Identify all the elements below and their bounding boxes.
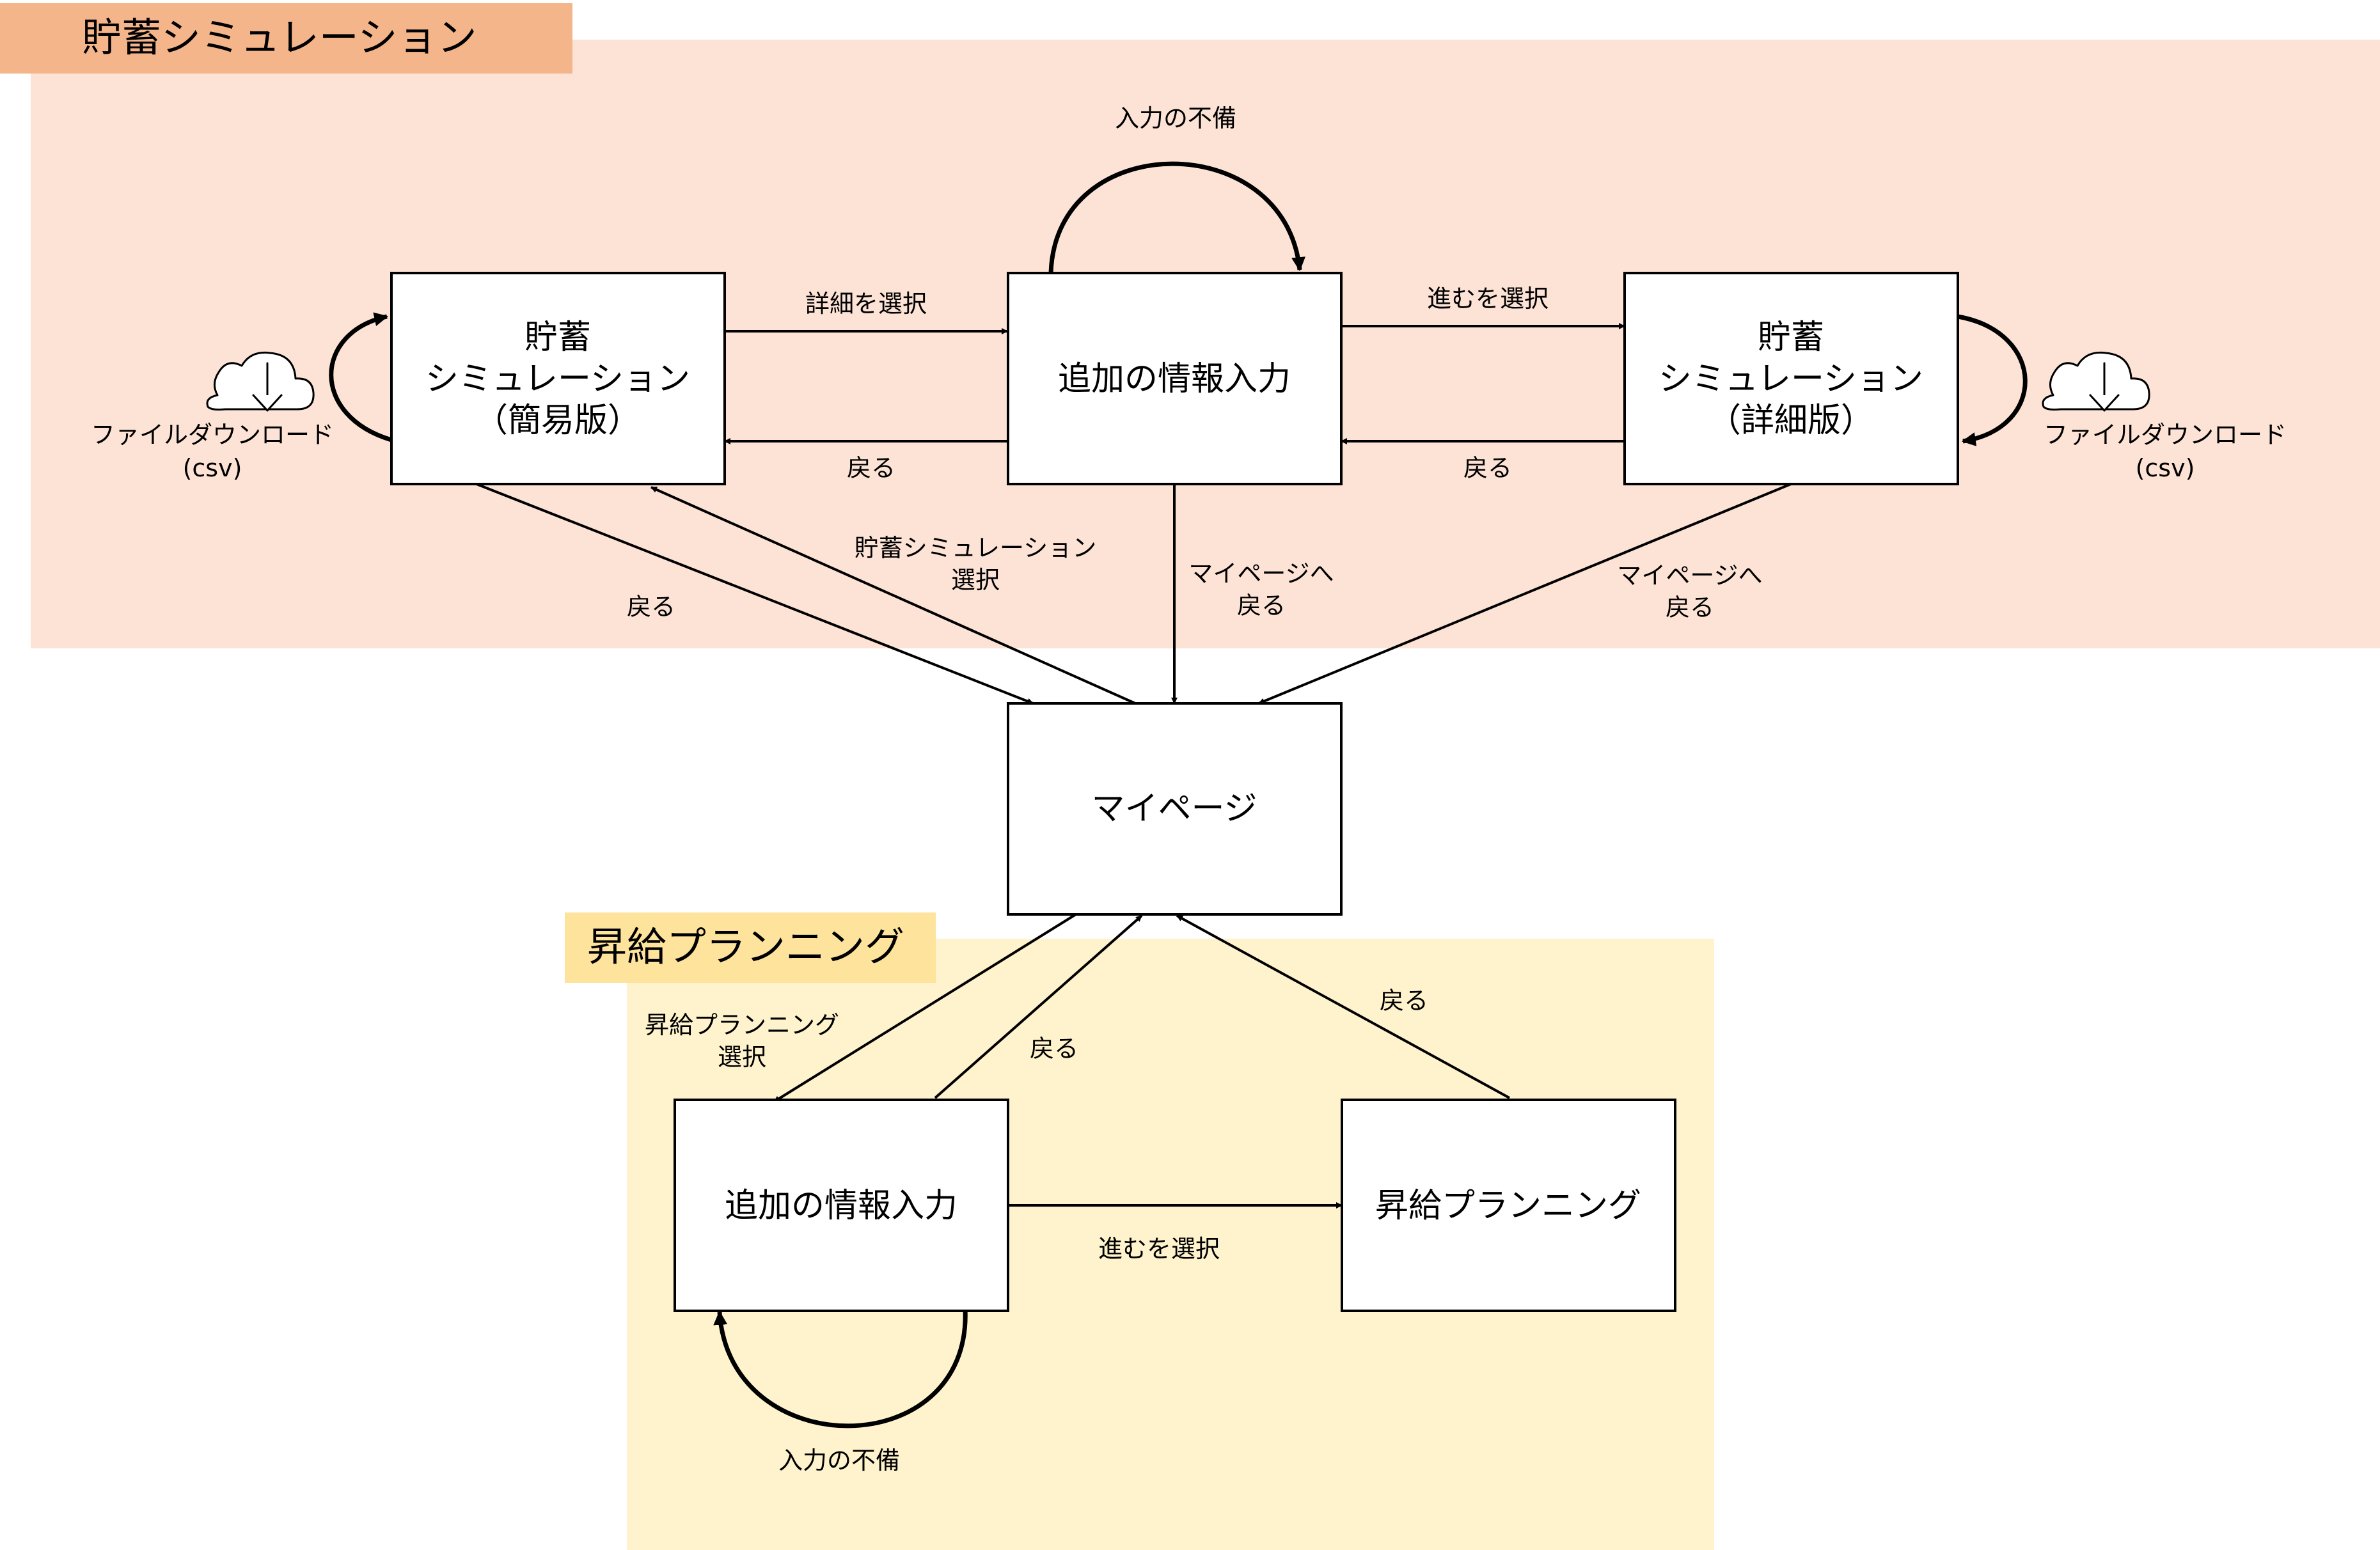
label-proceed-bottom: 進むを選択	[1098, 1235, 1220, 1263]
label-input-error-bottom: 入力の不備	[778, 1446, 900, 1475]
label-proceed-top: 進むを選択	[1427, 285, 1549, 313]
raise-group-title: 昇給プランニング	[587, 923, 904, 970]
label-input-to-mypage-1: マイページへ	[1188, 560, 1334, 588]
state-diagram: 貯蓄シミュレーション 昇給プランニング 貯蓄 シミュレーション （簡易版） 追加…	[0, 0, 2380, 1550]
label-simple-to-mypage: 戻る	[627, 593, 675, 621]
label-back-simple: 戻る	[847, 454, 895, 482]
label-detail-to-mypage-1: マイページへ	[1617, 561, 1762, 590]
node-detail-line-3: （詳細版）	[1708, 402, 1874, 440]
node-simple-line-3: （簡易版）	[475, 402, 641, 440]
node-input-bottom-label: 追加の情報入力	[725, 1187, 958, 1225]
label-mypage-to-simple-1: 貯蓄シミュレーション	[855, 534, 1096, 562]
savings-group-title: 貯蓄シミュレーション	[82, 14, 477, 61]
node-mypage-label: マイページ	[1092, 790, 1257, 828]
label-mypage-to-raise-2: 選択	[718, 1043, 766, 1071]
label-to-detail-input: 詳細を選択	[805, 290, 927, 318]
label-back-detail-input: 戻る	[1463, 454, 1512, 482]
node-detail-line-2: シミュレーション	[1659, 360, 1923, 398]
label-input-back-mypage: 戻る	[1030, 1035, 1078, 1063]
node-simple-line-1: 貯蓄	[524, 318, 591, 357]
node-detail-line-1: 貯蓄	[1758, 318, 1824, 357]
label-mypage-to-simple-2: 選択	[951, 566, 1000, 594]
label-raise-back-mypage: 戻る	[1380, 987, 1428, 1015]
label-download-right-1: ファイルダウンロード	[2044, 421, 2287, 449]
label-input-to-mypage-2: 戻る	[1237, 591, 1286, 620]
label-download-right-2: (csv)	[2136, 454, 2195, 482]
node-raise-label: 昇給プランニング	[1375, 1187, 1641, 1225]
label-detail-to-mypage-2: 戻る	[1666, 593, 1714, 622]
label-download-left-2: (csv)	[183, 454, 242, 482]
node-simple-line-2: シミュレーション	[425, 360, 690, 398]
label-download-left-1: ファイルダウンロード	[91, 421, 334, 449]
label-input-error-top: 入力の不備	[1115, 104, 1236, 132]
label-mypage-to-raise-1: 昇給プランニング	[645, 1011, 839, 1039]
node-input-top-label: 追加の情報入力	[1058, 360, 1291, 398]
